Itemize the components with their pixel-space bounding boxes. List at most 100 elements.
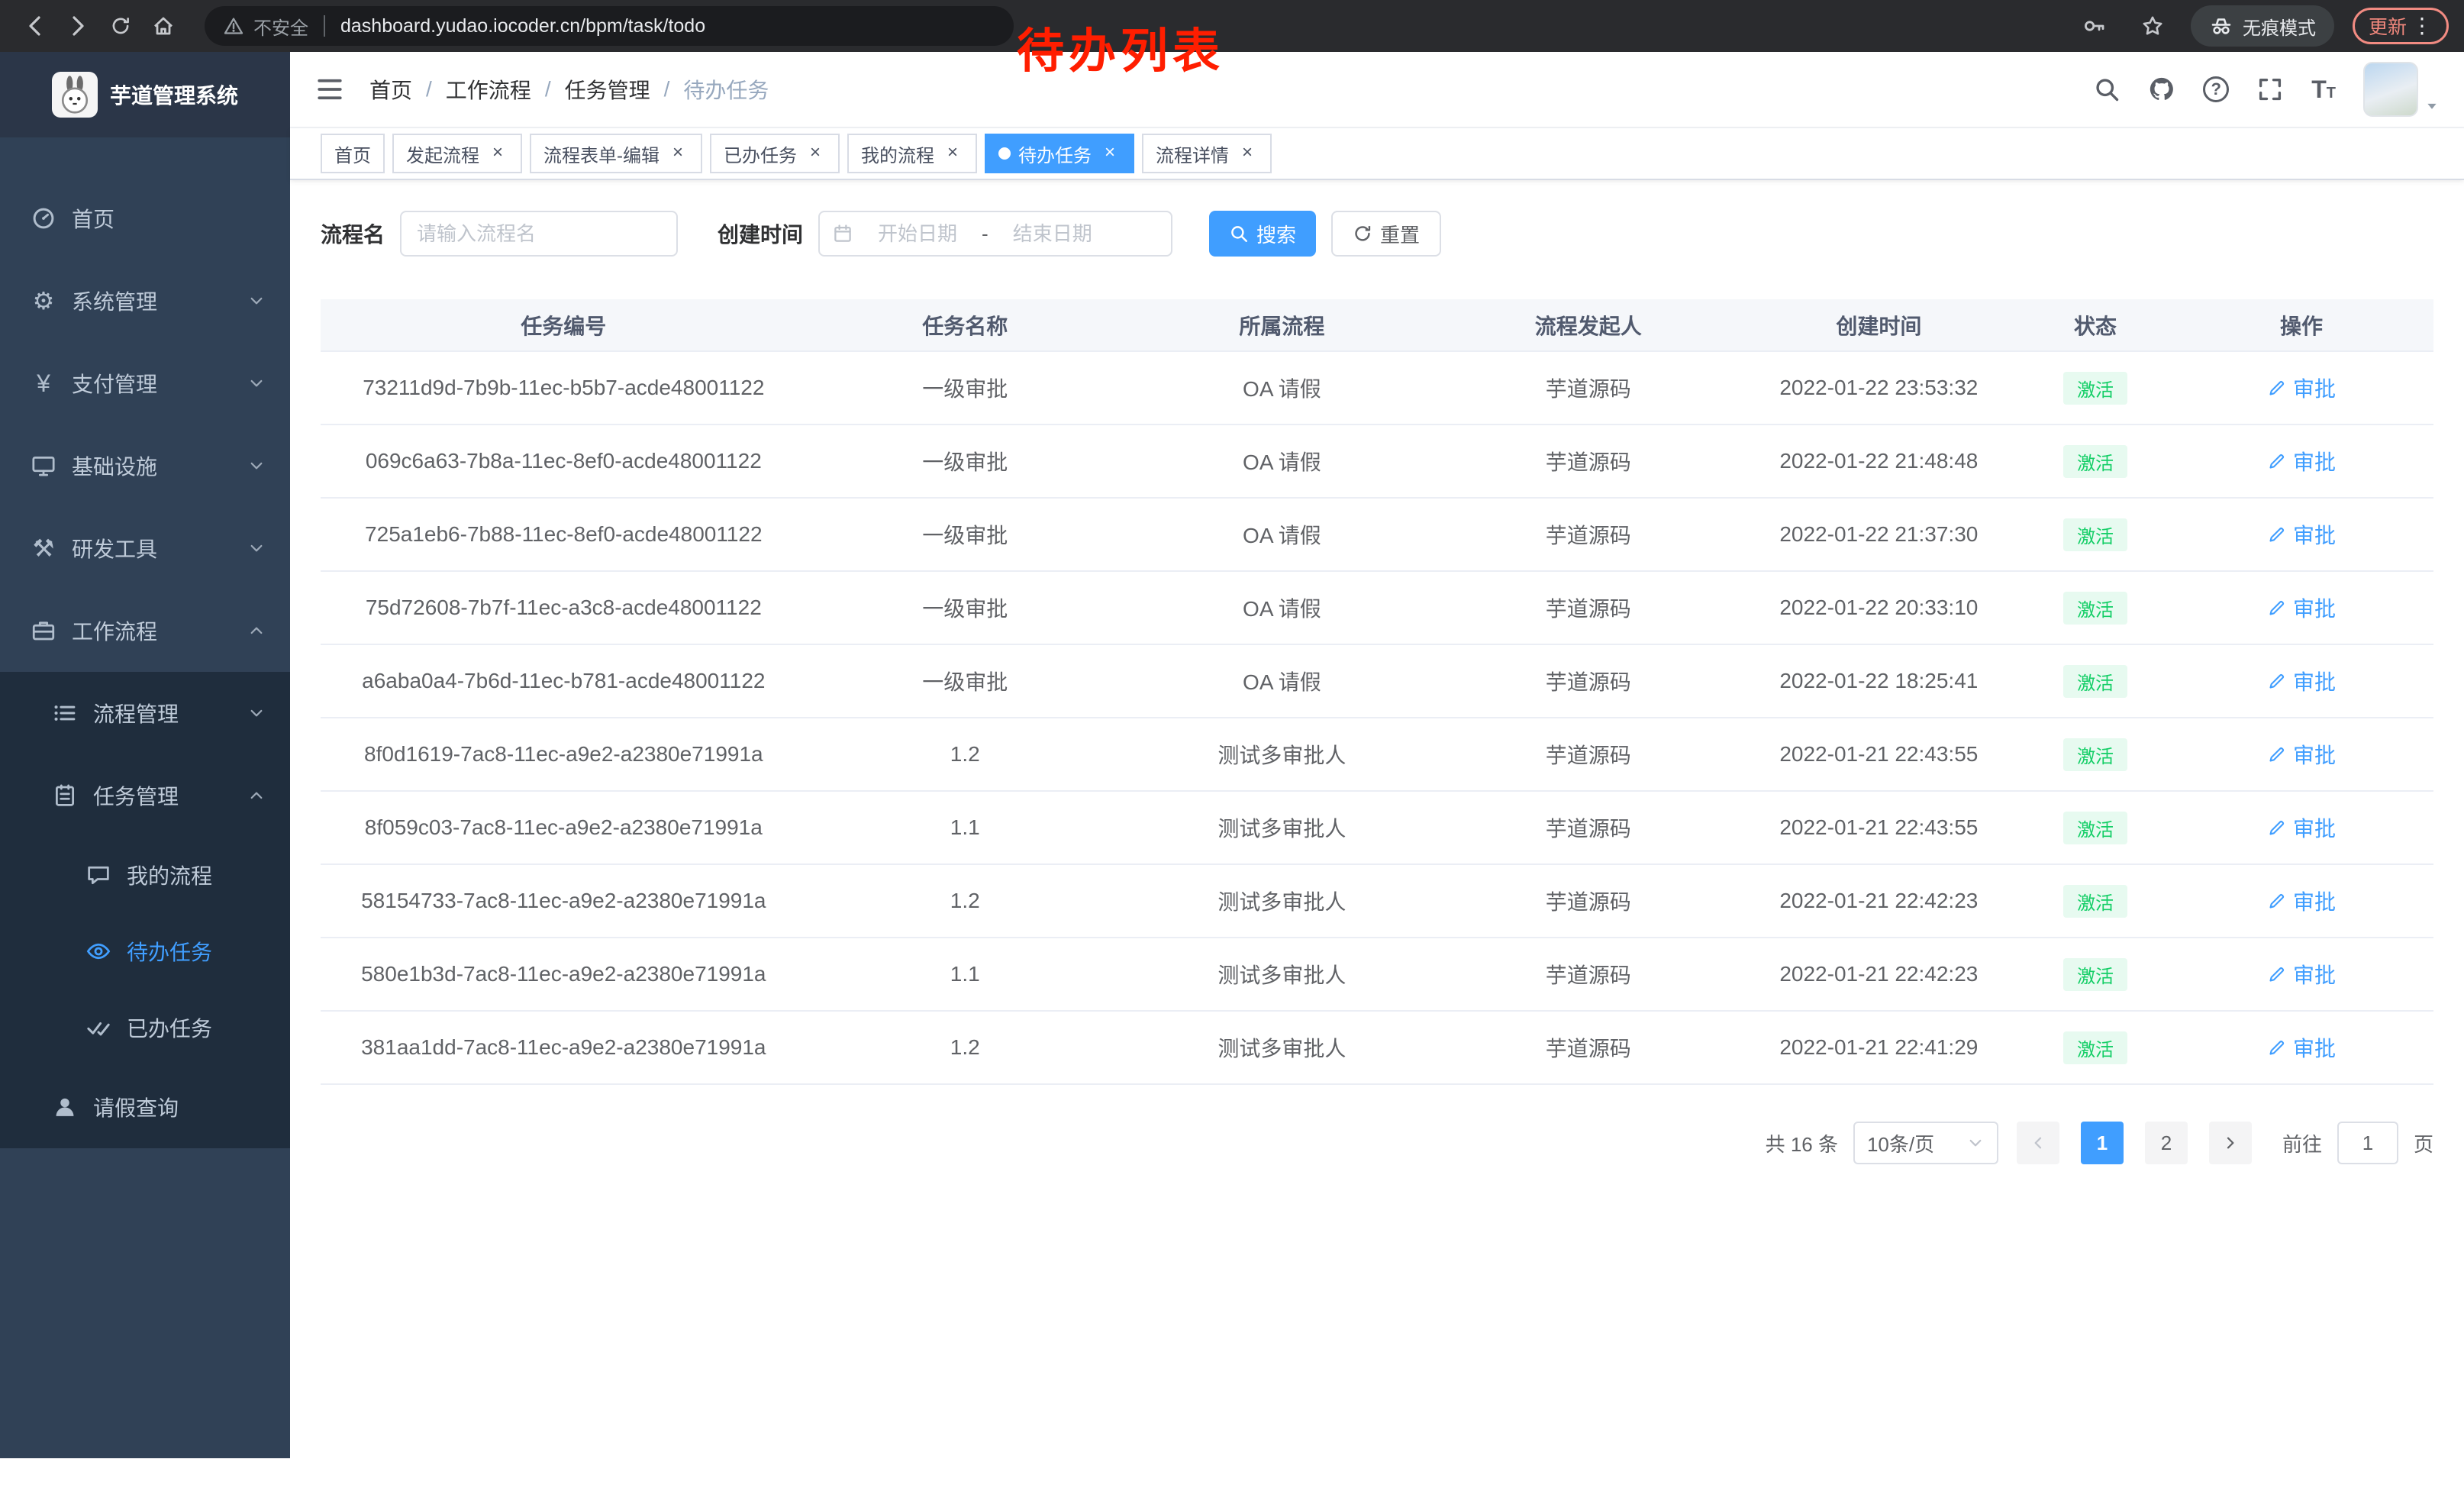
sidebar-item-my-processes[interactable]: 我的流程 xyxy=(0,837,290,913)
approve-button[interactable]: 审批 xyxy=(2267,1032,2336,1063)
browser-forward-button[interactable] xyxy=(58,6,98,46)
task-table: 任务编号 任务名称 所属流程 流程发起人 创建时间 状态 操作 73211d9d… xyxy=(321,299,2433,1085)
page-button-1[interactable]: 1 xyxy=(2081,1122,2124,1164)
list-icon xyxy=(52,700,78,726)
star-icon xyxy=(2140,14,2165,38)
approve-button[interactable]: 审批 xyxy=(2267,666,2336,696)
tab[interactable]: 流程详情 × xyxy=(1142,134,1272,173)
close-tab-icon[interactable]: × xyxy=(942,143,963,164)
menu-label: 工作流程 xyxy=(72,615,157,646)
sidebar-toggle-button[interactable] xyxy=(314,74,345,105)
approve-button[interactable]: 审批 xyxy=(2267,812,2336,843)
goto-page-input[interactable] xyxy=(2337,1122,2398,1164)
close-tab-icon[interactable]: × xyxy=(667,143,689,164)
tab[interactable]: 流程表单-编辑 × xyxy=(530,134,702,173)
back-icon xyxy=(23,14,47,38)
chevron-down-icon xyxy=(247,292,266,310)
approve-button[interactable]: 审批 xyxy=(2267,519,2336,550)
created-cell: 2022-01-21 22:42:23 xyxy=(1737,864,2022,938)
close-tab-icon[interactable]: × xyxy=(1237,143,1258,164)
sidebar-item-infrastructure[interactable]: 基础设施 xyxy=(0,424,290,507)
approve-button[interactable]: 审批 xyxy=(2267,446,2336,476)
breadcrumb-item-task-management[interactable]: 任务管理 xyxy=(565,74,650,105)
page-content: 流程名 创建时间 - 搜索 重置 xyxy=(290,180,2464,1501)
process-name-input[interactable] xyxy=(400,211,678,257)
font-size-icon[interactable]: TT xyxy=(2311,77,2336,102)
status-cell: 激活 xyxy=(2021,791,2169,864)
tab[interactable]: 已办任务 × xyxy=(710,134,840,173)
filter-bar: 流程名 创建时间 - 搜索 重置 xyxy=(321,211,2433,257)
page-size-select[interactable]: 10条/页 xyxy=(1853,1122,1998,1164)
start-date-input[interactable] xyxy=(856,222,979,246)
app-logo[interactable]: 芋道管理系统 xyxy=(0,52,290,137)
starter-cell: 芋道源码 xyxy=(1440,571,1737,644)
sidebar-item-payment-management[interactable]: ¥ 支付管理 xyxy=(0,342,290,424)
approve-button[interactable]: 审批 xyxy=(2267,959,2336,989)
browser-back-button[interactable] xyxy=(15,6,55,46)
sidebar-item-done-tasks[interactable]: 已办任务 xyxy=(0,989,290,1066)
sidebar-item-task-management[interactable]: 任务管理 xyxy=(0,754,290,837)
tags-view: 首页 发起流程 × 流程表单-编辑 × 已办任务 × 我的流程 × 待办任务 ×… xyxy=(290,128,2464,180)
user-menu[interactable] xyxy=(2363,62,2440,117)
incognito-badge: 无痕模式 xyxy=(2191,5,2334,47)
status-badge: 激活 xyxy=(2063,518,2127,551)
forward-icon xyxy=(66,14,90,38)
created-cell: 2022-01-22 18:25:41 xyxy=(1737,644,2022,718)
action-cell: 审批 xyxy=(2169,718,2433,791)
sidebar-item-dev-tools[interactable]: ⚒ 研发工具 xyxy=(0,507,290,589)
status-badge: 激活 xyxy=(2063,445,2127,478)
update-button[interactable]: 更新 ⋮ xyxy=(2353,8,2449,44)
breadcrumb-item-home[interactable]: 首页 xyxy=(369,74,412,105)
browser-home-button[interactable] xyxy=(144,6,183,46)
approve-button[interactable]: 审批 xyxy=(2267,886,2336,916)
menu-label: 任务管理 xyxy=(93,780,179,811)
starter-cell: 芋道源码 xyxy=(1440,1011,1737,1084)
chevron-right-icon xyxy=(2221,1134,2240,1152)
page-button-2[interactable]: 2 xyxy=(2145,1122,2188,1164)
prev-page-button[interactable] xyxy=(2017,1122,2059,1164)
close-tab-icon[interactable]: × xyxy=(1099,143,1121,164)
tools-icon: ⚒ xyxy=(31,535,56,561)
sidebar-item-leave-query[interactable]: 请假查询 xyxy=(0,1066,290,1148)
task-id-cell: 8f0d1619-7ac8-11ec-a9e2-a2380e71991a xyxy=(321,718,807,791)
approve-button[interactable]: 审批 xyxy=(2267,373,2336,403)
approve-button[interactable]: 审批 xyxy=(2267,592,2336,623)
tab[interactable]: 待办任务 × xyxy=(985,134,1134,173)
breadcrumb-item-workflow[interactable]: 工作流程 xyxy=(446,74,531,105)
close-tab-icon[interactable]: × xyxy=(487,143,508,164)
table-header-row: 任务编号 任务名称 所属流程 流程发起人 创建时间 状态 操作 xyxy=(321,299,2433,351)
tab[interactable]: 发起流程 × xyxy=(392,134,522,173)
sidebar-item-home[interactable]: 首页 xyxy=(0,177,290,260)
table-row: 8f059c03-7ac8-11ec-a9e2-a2380e71991a 1.1… xyxy=(321,791,2433,864)
edit-icon xyxy=(2267,378,2287,398)
address-bar[interactable]: 不安全 dashboard.yudao.iocoder.cn/bpm/task/… xyxy=(205,6,1014,46)
hamburger-icon xyxy=(314,74,345,105)
process-cell: 测试多审批人 xyxy=(1124,718,1440,791)
column-header-actions: 操作 xyxy=(2169,299,2433,351)
menu-label: 系统管理 xyxy=(72,286,157,316)
reset-button[interactable]: 重置 xyxy=(1331,211,1441,257)
status-cell: 激活 xyxy=(2021,938,2169,1011)
bookmark-star-button[interactable] xyxy=(2133,6,2172,46)
browser-reload-button[interactable] xyxy=(101,6,140,46)
menu-dots-icon[interactable]: ⋮ xyxy=(2411,15,2433,37)
end-date-input[interactable] xyxy=(992,222,1114,246)
password-key-button[interactable] xyxy=(2075,6,2114,46)
tab[interactable]: 首页 xyxy=(321,134,385,173)
date-range-picker[interactable]: - xyxy=(818,211,1172,257)
github-icon[interactable] xyxy=(2148,76,2175,103)
next-page-button[interactable] xyxy=(2209,1122,2252,1164)
help-icon[interactable]: ? xyxy=(2203,76,2229,102)
sidebar-item-workflow[interactable]: 工作流程 xyxy=(0,589,290,672)
edit-icon xyxy=(2267,891,2287,911)
sidebar-item-process-management[interactable]: 流程管理 xyxy=(0,672,290,754)
close-tab-icon[interactable]: × xyxy=(805,143,826,164)
sidebar-item-todo-tasks[interactable]: 待办任务 xyxy=(0,913,290,989)
tab[interactable]: 我的流程 × xyxy=(847,134,977,173)
menu-label: 请假查询 xyxy=(93,1092,179,1122)
search-icon[interactable] xyxy=(2093,76,2121,103)
fullscreen-icon[interactable] xyxy=(2256,76,2284,103)
search-button[interactable]: 搜索 xyxy=(1209,211,1316,257)
sidebar-item-system-management[interactable]: ⚙ 系统管理 xyxy=(0,260,290,342)
approve-button[interactable]: 审批 xyxy=(2267,739,2336,770)
